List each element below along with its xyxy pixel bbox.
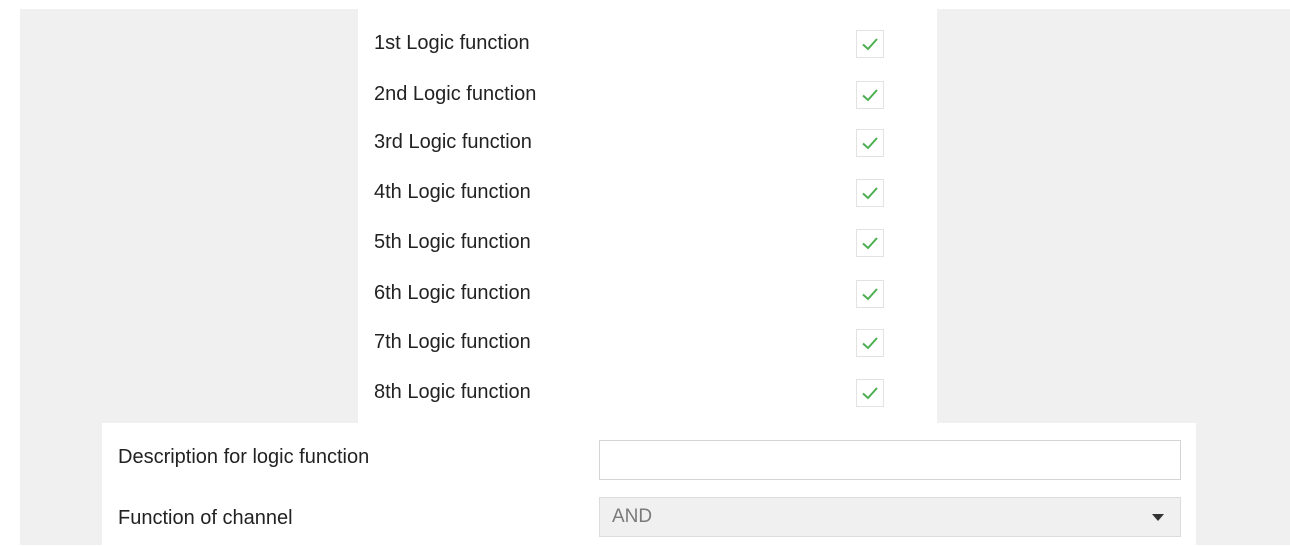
logic-function-label: 4th Logic function — [374, 181, 531, 203]
logic-function-row: 5th Logic function — [374, 228, 914, 257]
check-icon — [862, 237, 878, 250]
logic-function-label: 3rd Logic function — [374, 131, 532, 153]
check-icon — [862, 187, 878, 200]
logic-function-checkbox[interactable] — [856, 129, 884, 157]
check-icon — [862, 288, 878, 301]
channel-function-select[interactable]: AND — [599, 497, 1181, 537]
logic-function-checkbox[interactable] — [856, 30, 884, 58]
logic-function-checkbox[interactable] — [856, 280, 884, 308]
right-margin-panel — [1196, 423, 1290, 545]
description-row: Description for logic function — [102, 429, 1196, 485]
logic-function-label: 1st Logic function — [374, 32, 530, 54]
logic-function-row: 2nd Logic function — [374, 80, 914, 109]
logic-function-label: 2nd Logic function — [374, 83, 537, 105]
logic-function-row: 8th Logic function — [374, 378, 914, 407]
description-label: Description for logic function — [118, 445, 370, 468]
channel-function-row: Function of channel AND — [102, 490, 1196, 546]
logic-function-row: 7th Logic function — [374, 328, 914, 357]
check-icon — [862, 89, 878, 102]
logic-function-checkbox[interactable] — [856, 179, 884, 207]
logic-function-label: 5th Logic function — [374, 231, 531, 253]
description-input[interactable] — [599, 440, 1181, 480]
logic-function-label: 7th Logic function — [374, 331, 531, 353]
logic-function-label: 8th Logic function — [374, 381, 531, 403]
left-margin-panel — [20, 423, 102, 545]
channel-function-value: AND — [612, 506, 653, 527]
logic-function-row: 6th Logic function — [374, 279, 914, 308]
check-icon — [862, 38, 878, 51]
chevron-down-icon — [1152, 514, 1164, 521]
logic-function-label: 6th Logic function — [374, 282, 531, 304]
logic-function-checkbox[interactable] — [856, 329, 884, 357]
logic-function-row: 1st Logic function — [374, 29, 914, 58]
logic-function-row: 4th Logic function — [374, 178, 914, 207]
logic-function-checkbox[interactable] — [856, 229, 884, 257]
logic-function-checkbox[interactable] — [856, 379, 884, 407]
check-icon — [862, 387, 878, 400]
check-icon — [862, 337, 878, 350]
logic-function-checkbox[interactable] — [856, 81, 884, 109]
logic-panel — [358, 9, 937, 423]
check-icon — [862, 137, 878, 150]
logic-function-row: 3rd Logic function — [374, 128, 914, 157]
channel-function-label: Function of channel — [118, 506, 293, 529]
